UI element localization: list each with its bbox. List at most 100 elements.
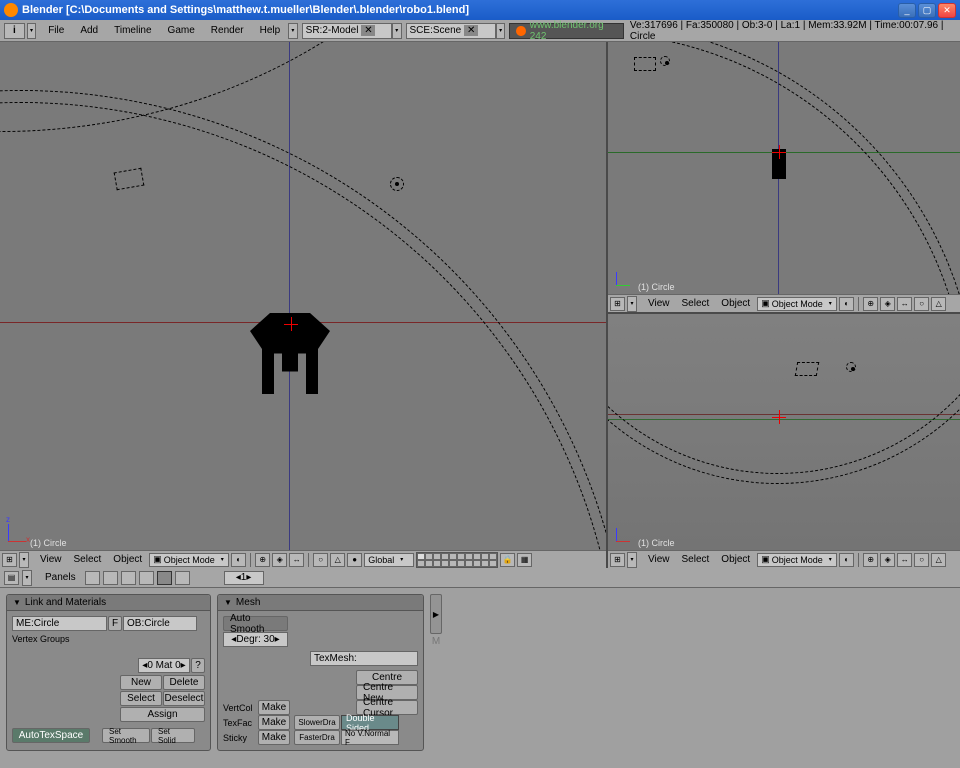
lamp-object-2[interactable]	[660, 56, 670, 66]
panel-link-materials: ▼Link and Materials ME:Circle F OB:Circl…	[6, 594, 211, 751]
ctx-scene[interactable]	[175, 571, 190, 585]
degr-field[interactable]: ◂ Degr: 30 ▸	[223, 632, 288, 647]
vgroup-deselect-button[interactable]: Deselect	[163, 691, 205, 706]
cursor-3d-3	[772, 410, 786, 424]
material-index[interactable]: ◂ 0 Mat 0 ▸	[138, 658, 190, 673]
set-smooth-button[interactable]: Set Smooth	[102, 728, 150, 743]
layer-selector[interactable]	[416, 552, 498, 568]
autosmooth-button[interactable]: Auto Smooth	[223, 616, 288, 631]
view-label-main: (1) Circle	[30, 538, 67, 548]
vgroup-assign-button[interactable]: Assign	[120, 707, 205, 722]
menu-add[interactable]: Add	[72, 23, 106, 38]
screen-selector[interactable]: SR:2-Model✕	[302, 23, 392, 39]
window-titlebar: Blender [C:\Documents and Settings\matth…	[0, 0, 960, 20]
layer-1[interactable]	[417, 553, 425, 560]
draw-type-button[interactable]: ◐	[231, 553, 246, 567]
lamp-object-3[interactable]	[846, 362, 856, 372]
blender-url[interactable]: www.blender.org 242	[509, 23, 624, 39]
ctx-logic[interactable]	[85, 571, 100, 585]
menu-object[interactable]: Object	[108, 553, 147, 566]
snap-icon[interactable]: ●	[347, 553, 362, 567]
info-icon[interactable]: i	[4, 23, 25, 39]
close-button[interactable]: ✕	[938, 3, 956, 18]
render-preview-icon[interactable]: ▦	[517, 553, 532, 567]
view3d-header-main: ⊞ ▾ View Select Object ▣ Object Mode▾ ◐ …	[0, 550, 606, 568]
mode-selector[interactable]: ▣ Object Mode▾	[149, 553, 229, 567]
scene-clear[interactable]: ✕	[464, 25, 478, 36]
slowerdra-button[interactable]: SlowerDra	[294, 715, 340, 730]
menu-help[interactable]: Help	[252, 23, 289, 38]
view3d-canvas-topright[interactable]: (1) Circle	[608, 42, 960, 294]
orientation-selector[interactable]: Global▾	[364, 553, 414, 567]
scene-dropdown[interactable]: ▾	[392, 23, 401, 39]
screen-clear[interactable]: ✕	[361, 25, 375, 36]
camera-object-2[interactable]	[634, 57, 656, 71]
vgroup-delete-button[interactable]: Delete	[163, 675, 205, 690]
panel-mesh: ▼Mesh Auto Smooth ◂ Degr: 30 ▸ TexMesh: …	[217, 594, 424, 751]
texfac-make-button[interactable]: Make	[258, 715, 290, 730]
panel-collapse-right[interactable]: ▶	[430, 594, 442, 634]
sticky-make-button[interactable]: Make	[258, 730, 290, 745]
header-extra[interactable]: ▾	[496, 23, 505, 39]
viewport-bottom-right[interactable]: (1) Circle ⊞ ▾ View Select Object ▣Objec…	[608, 314, 960, 568]
ctx-shading[interactable]	[121, 571, 136, 585]
lamp-object[interactable]	[390, 177, 404, 191]
vgroup-new-button[interactable]: New	[120, 675, 162, 690]
menu-game[interactable]: Game	[160, 23, 203, 38]
transform-translate[interactable]: ↔	[289, 553, 304, 567]
ctx-object[interactable]	[139, 571, 154, 585]
scene-selector[interactable]: SCE:Scene✕	[406, 23, 496, 39]
editor-type-dropdown[interactable]: ▾	[27, 23, 36, 39]
sel-mode-1[interactable]: ○	[313, 553, 328, 567]
camera-object-3[interactable]	[795, 362, 819, 376]
fake-user-button[interactable]: F	[108, 616, 122, 631]
frame-number[interactable]: ◂ 1 ▸	[224, 571, 264, 585]
view-menu-dropdown[interactable]: ▾	[19, 552, 29, 568]
viewport-top-right[interactable]: (1) Circle ⊞ ▾ View Select Object ▣Objec…	[608, 42, 960, 314]
texmesh-field[interactable]: TexMesh:	[310, 651, 418, 666]
ctx-editing[interactable]	[157, 571, 172, 585]
cursor-3d-2	[772, 145, 786, 159]
screen-dropdown[interactable]: ▾	[288, 23, 297, 39]
autotexspace-button[interactable]: AutoTexSpace	[12, 728, 90, 743]
menu-file[interactable]: File	[40, 23, 72, 38]
buttons-editor-icon[interactable]: ▤	[4, 571, 19, 585]
menu-timeline[interactable]: Timeline	[106, 23, 159, 38]
screen-name: SR:2-Model	[306, 25, 359, 36]
vertcol-label: VertCol	[223, 703, 257, 713]
manipulator-button[interactable]: ◈	[272, 553, 287, 567]
scene-name: SCE:Scene	[410, 25, 462, 36]
blender-icon	[4, 3, 18, 17]
mesh-name-field[interactable]: ME:Circle	[12, 616, 107, 631]
vgroup-select-button[interactable]: Select	[120, 691, 162, 706]
view3d-header-br: ⊞ ▾ View Select Object ▣Object Mode▾ ◐ ⊕…	[608, 550, 960, 568]
viewports-area: z x (1) Circle ⊞ ▾ View Select Object ▣ …	[0, 42, 960, 568]
panel-header-mesh[interactable]: ▼Mesh	[218, 595, 423, 611]
material-help-button[interactable]: ?	[191, 658, 205, 673]
set-solid-button[interactable]: Set Solid	[151, 728, 195, 743]
maximize-button[interactable]: ▢	[918, 3, 936, 18]
minimize-button[interactable]: _	[898, 3, 916, 18]
panel-header-lm[interactable]: ▼Link and Materials	[7, 595, 210, 611]
object-name-field[interactable]: OB:Circle	[123, 616, 197, 631]
no-vnormal-field[interactable]: No V.Normal F	[341, 730, 399, 745]
mode-selector-tr[interactable]: ▣Object Mode▾	[757, 297, 837, 311]
pivot-button[interactable]: ⊕	[255, 553, 270, 567]
globe-icon	[516, 26, 525, 36]
menu-view[interactable]: View	[35, 553, 67, 566]
view3d-canvas-br[interactable]: (1) Circle	[608, 314, 960, 550]
editor-type-tr[interactable]: ⊞	[610, 297, 625, 311]
cursor-3d	[284, 317, 298, 331]
fasterdra-button[interactable]: FasterDra	[294, 730, 340, 745]
sticky-label: Sticky	[223, 733, 257, 743]
lock-icon[interactable]: 🔒	[500, 553, 515, 567]
menu-select[interactable]: Select	[69, 553, 107, 566]
view3d-canvas-main[interactable]: z x (1) Circle	[0, 42, 606, 550]
viewport-main[interactable]: z x (1) Circle ⊞ ▾ View Select Object ▣ …	[0, 42, 608, 568]
mode-selector-br[interactable]: ▣Object Mode▾	[757, 553, 837, 567]
vertcol-make-button[interactable]: Make	[258, 700, 290, 715]
ctx-script[interactable]	[103, 571, 118, 585]
menu-render[interactable]: Render	[203, 23, 252, 38]
editor-type-icon[interactable]: ⊞	[2, 553, 17, 567]
sel-mode-2[interactable]: △	[330, 553, 345, 567]
